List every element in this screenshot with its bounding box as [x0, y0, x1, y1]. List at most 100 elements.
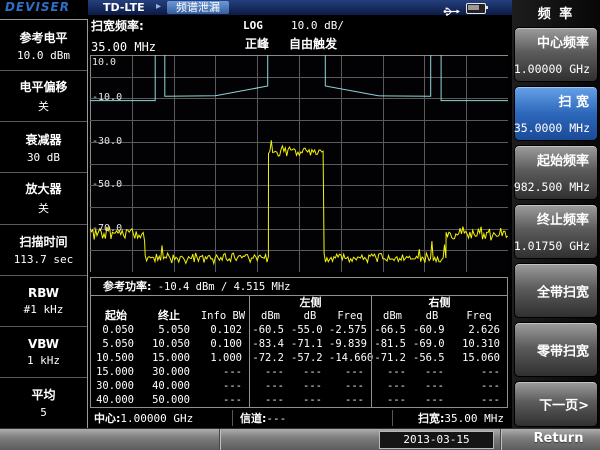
- softkey-label: 中心频率: [537, 32, 589, 51]
- table-cell: 40.000: [141, 379, 197, 393]
- table-cell: -72.2: [249, 351, 291, 365]
- table-cell: 10.310: [451, 337, 507, 351]
- table-body: 0.0505.0500.102-60.5-55.0-2.575-66.5-60.…: [91, 323, 507, 408]
- table-cell: 0.100: [197, 337, 249, 351]
- table-cell: 2.626: [451, 323, 507, 337]
- sidebar-item-label: 参考电平: [19, 29, 67, 46]
- softkey-label: 起始频率: [537, 150, 589, 169]
- sidebar-item-2: 衰减器 30 dB: [0, 122, 87, 173]
- brand-logo: DEVISER: [5, 0, 88, 15]
- usb-icon: [443, 2, 460, 21]
- table-cell: -2.575: [329, 323, 371, 337]
- table-cell: 1.000: [197, 351, 249, 365]
- mode-tab[interactable]: TD-LTE: [103, 1, 145, 14]
- table-cell: ---: [249, 393, 291, 407]
- scale-per-div: 10.0 dB/: [291, 19, 344, 32]
- statusbar-divider: [219, 429, 220, 450]
- softkey-button-0[interactable]: 中心频率 1.00000 GHz: [514, 27, 598, 82]
- sidebar-item-label: 扫描时间: [19, 233, 67, 250]
- analyzer-screen: DEVISER TD-LTE ▸ 频谱泄漏 参考电平 10.0 dBm 电平偏移关 衰…: [0, 0, 600, 450]
- log-scale-label: LOG: [243, 19, 263, 32]
- table-cell: ---: [371, 393, 413, 407]
- table-cell: ---: [451, 393, 507, 407]
- table-column-label: Freq: [329, 309, 371, 323]
- table-row: 10.50015.0001.000-72.2-57.2-14.660-71.2-…: [91, 351, 507, 365]
- table-column-label: dBm: [249, 309, 291, 323]
- return-button[interactable]: Return: [517, 428, 600, 450]
- sidebar-item-label: 衰减器: [25, 131, 61, 148]
- ref-power-value: -10.4 dBm / 4.515 MHz: [158, 281, 291, 293]
- sidebar-item-value: #1 kHz: [24, 303, 64, 316]
- table-cell: -9.839: [329, 337, 371, 351]
- group-right-label: 右侧: [371, 296, 507, 309]
- table-cell: 15.000: [91, 365, 141, 379]
- table-cell: 10.500: [91, 351, 141, 365]
- page-tab[interactable]: 频谱泄漏: [167, 1, 229, 14]
- table-cell: 5.050: [141, 323, 197, 337]
- table-cell: 5.050: [91, 337, 141, 351]
- table-cell: 30.000: [91, 379, 141, 393]
- ref-power-label: 参考功率:: [103, 280, 151, 293]
- sidebar-item-value: 5: [40, 406, 47, 419]
- sidebar-item-label: 放大器: [25, 180, 61, 197]
- table-column-label: dBm: [371, 309, 413, 323]
- table-cell: -83.4: [249, 337, 291, 351]
- table-cell: ---: [413, 379, 451, 393]
- table-row: 40.00050.000---------------------: [91, 393, 507, 407]
- table-cell: 30.000: [141, 365, 197, 379]
- table-cell: 15.060: [451, 351, 507, 365]
- table-cell: 50.000: [141, 393, 197, 407]
- table-row: 30.00040.000---------------------: [91, 379, 507, 393]
- footer-center-freq: 中心:1.00000 GHz: [94, 410, 193, 426]
- table-column-label: dB: [413, 309, 451, 323]
- table-cell: -56.5: [413, 351, 451, 365]
- sidebar-item-7: 平均5: [0, 378, 87, 428]
- ref-power-line: 参考功率: -10.4 dBm / 4.515 MHz: [91, 278, 507, 296]
- statusbar-divider: [500, 429, 501, 450]
- table-group-header: 左侧 右侧: [91, 296, 507, 309]
- battery-icon: [466, 3, 486, 14]
- table-cell: -14.660: [329, 351, 371, 365]
- softkey-button-4[interactable]: 全带扫宽: [514, 263, 598, 318]
- softkey-label: 终止频率: [537, 209, 589, 228]
- table-column-label: dB: [291, 309, 329, 323]
- span-freq-value: 35.00 MHz: [91, 40, 156, 54]
- softkey-value: 1.01750 GHz: [514, 239, 590, 253]
- footer-channel: 信道:---: [240, 410, 286, 426]
- frequency-menu-header: 频 率: [512, 0, 600, 22]
- softkey-value: 1.00000 GHz: [514, 62, 590, 76]
- table-cell: ---: [197, 365, 249, 379]
- table-cell: ---: [197, 379, 249, 393]
- sidebar-item-label: 电平偏移: [19, 78, 67, 95]
- softkey-button-5[interactable]: 零带扫宽: [514, 322, 598, 377]
- sidebar-item-label: RBW: [28, 286, 59, 300]
- table-column-label: 起始: [91, 309, 141, 323]
- title-bar: TD-LTE ▸ 频谱泄漏: [88, 0, 512, 15]
- table-cell: ---: [329, 393, 371, 407]
- softkey-button-2[interactable]: 起始频率 982.500 MHz: [514, 145, 598, 200]
- softkey-button-3[interactable]: 终止频率 1.01750 GHz: [514, 204, 598, 259]
- sidebar-item-3: 放大器关: [0, 173, 87, 224]
- table-cell: -81.5: [371, 337, 413, 351]
- softkey-button-1[interactable]: 扫 宽 35.0000 MHz: [514, 86, 598, 141]
- sidebar-item-value: 10.0 dBm: [17, 49, 70, 62]
- sidebar-item-5: RBW #1 kHz: [0, 276, 87, 327]
- table-cell: ---: [329, 365, 371, 379]
- status-bar: 2013-03-15 17:21:15: [0, 428, 600, 450]
- softkey-value: 35.0000 MHz: [514, 121, 590, 135]
- table-cell: ---: [197, 393, 249, 407]
- sidebar-item-0: 参考电平 10.0 dBm: [0, 20, 87, 71]
- softkey-label: 扫 宽: [558, 91, 589, 110]
- table-cell: ---: [451, 379, 507, 393]
- spectrum-chart: [90, 55, 508, 272]
- table-row: 5.05010.0500.100-83.4-71.1-9.839-81.5-69…: [91, 337, 507, 351]
- footer-info-bar: 中心:1.00000 GHz 信道:--- 扫宽:35.00 MHz: [90, 410, 508, 426]
- table-cell: -69.0: [413, 337, 451, 351]
- softkey-value: 982.500 MHz: [514, 180, 590, 194]
- table-cell: -71.2: [371, 351, 413, 365]
- sidebar-item-value: 关: [38, 200, 49, 216]
- softkey-button-6[interactable]: 下一页>: [514, 381, 598, 427]
- table-cell: 40.000: [91, 393, 141, 407]
- sidebar-item-value: 30 dB: [27, 151, 60, 164]
- table-cell: ---: [291, 393, 329, 407]
